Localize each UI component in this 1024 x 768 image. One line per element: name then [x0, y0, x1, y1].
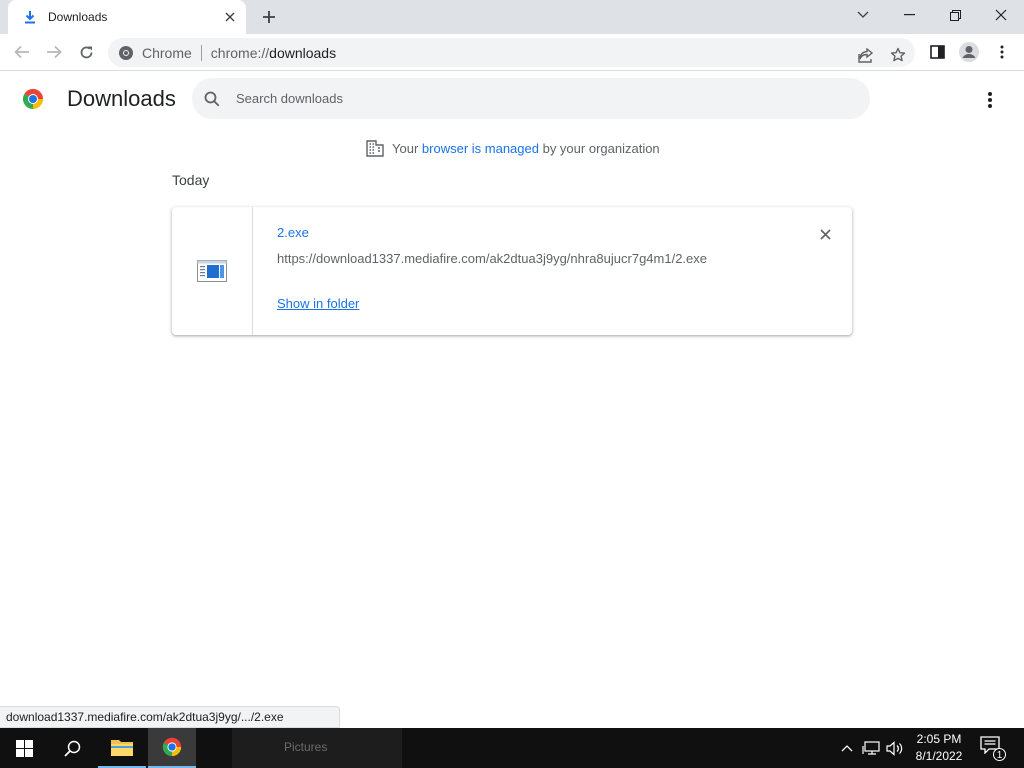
minimize-button[interactable] — [886, 0, 932, 30]
windows-taskbar: Pictures 2:05 PM 8/1/2022 1 — [0, 728, 1024, 768]
share-icon[interactable] — [856, 45, 876, 65]
network-icon[interactable] — [861, 738, 881, 758]
executable-file-icon — [197, 260, 227, 282]
taskbar-chrome[interactable] — [148, 728, 196, 768]
file-icon-area — [172, 207, 253, 335]
tab-strip: Downloads — [0, 0, 1024, 34]
date-section-heading: Today — [172, 172, 210, 188]
action-center-button[interactable]: 1 — [980, 736, 1006, 761]
tab-downloads[interactable]: Downloads — [8, 0, 246, 34]
remove-download-close-icon[interactable] — [815, 224, 835, 244]
managed-prefix: Your — [392, 141, 419, 156]
forward-button[interactable] — [41, 39, 67, 65]
chrome-site-icon[interactable] — [118, 45, 134, 61]
download-source-url[interactable]: https://download1337.mediafire.com/ak2dt… — [277, 251, 707, 266]
toolbar: Chrome chrome://downloads — [0, 34, 1024, 71]
taskbar-file-explorer[interactable] — [98, 728, 146, 768]
background-window-preview: Pictures — [232, 728, 402, 768]
chrome-logo-icon — [21, 87, 45, 111]
browser-managed-link[interactable]: browser is managed — [422, 141, 539, 156]
chrome-taskbar-icon — [161, 736, 183, 758]
folder-icon — [110, 737, 134, 757]
search-input[interactable] — [236, 91, 816, 106]
omnibox-divider — [200, 44, 202, 61]
profile-avatar-icon[interactable] — [956, 39, 982, 65]
bookmark-star-icon[interactable] — [888, 45, 908, 65]
windows-logo-icon — [15, 739, 33, 757]
back-button[interactable] — [9, 39, 35, 65]
show-in-folder-link[interactable]: Show in folder — [277, 296, 359, 311]
restore-button[interactable] — [932, 0, 978, 30]
taskbar-search-button[interactable] — [48, 728, 96, 768]
volume-icon[interactable] — [885, 738, 905, 758]
search-box[interactable] — [192, 78, 870, 119]
notification-count-badge: 1 — [993, 748, 1006, 761]
managed-notice: Your browser is managed by your organiza… — [366, 140, 660, 157]
url-host: downloads — [269, 44, 337, 61]
chrome-menu-icon[interactable] — [989, 39, 1015, 65]
address-bar[interactable]: Chrome chrome://downloads — [108, 38, 915, 67]
tab-search-icon[interactable] — [840, 0, 886, 30]
close-window-button[interactable] — [978, 0, 1024, 30]
reload-button[interactable] — [73, 39, 99, 65]
clock-time: 2:05 PM — [916, 732, 962, 746]
link-status-bubble: download1337.mediafire.com/ak2dtua3j9yg/… — [0, 706, 340, 728]
page-title: Downloads — [67, 86, 176, 111]
download-file-name-link[interactable]: 2.exe — [277, 225, 309, 240]
background-pictures-label: Pictures — [284, 740, 328, 754]
new-tab-button[interactable] — [258, 6, 280, 28]
managed-suffix: by your organization — [542, 141, 660, 156]
url-scheme: chrome:// — [210, 44, 270, 61]
search-icon — [204, 91, 220, 107]
start-button[interactable] — [0, 728, 48, 768]
tab-title: Downloads — [48, 10, 108, 24]
tab-close-icon[interactable] — [220, 7, 240, 27]
taskbar-search-icon — [63, 740, 81, 757]
show-hidden-icons-chevron-icon[interactable] — [837, 738, 857, 758]
clock-date: 8/1/2022 — [915, 749, 963, 763]
system-clock[interactable]: 2:05 PM 8/1/2022 — [904, 731, 974, 765]
site-chip-label: Chrome — [142, 44, 192, 61]
downloads-more-actions-icon[interactable] — [978, 88, 1002, 112]
download-item-card: 2.exe https://download1337.mediafire.com… — [172, 207, 852, 335]
building-icon — [366, 140, 384, 157]
download-icon — [22, 9, 38, 25]
side-panel-icon[interactable] — [924, 39, 950, 65]
